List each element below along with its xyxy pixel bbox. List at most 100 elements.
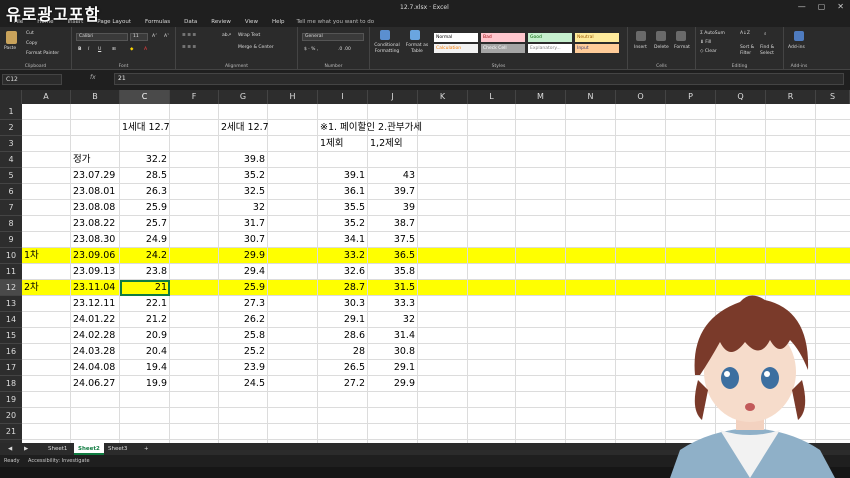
cell-g2[interactable]: 2세대 12.7 <box>221 120 269 136</box>
cell-c2[interactable]: 1세대 12.7 <box>122 120 170 136</box>
maximize-button[interactable]: ▢ <box>818 2 826 11</box>
cell-c6[interactable]: 26.3 <box>120 184 167 200</box>
row-header-5[interactable]: 5 <box>0 168 22 184</box>
cell-b17[interactable]: 24.04.08 <box>73 360 115 376</box>
cut-button[interactable]: Cut <box>26 31 34 36</box>
cell-j15[interactable]: 31.4 <box>368 328 415 344</box>
cell-j12[interactable]: 31.5 <box>368 280 415 296</box>
addins-button[interactable]: Add-ins <box>788 45 805 50</box>
insert-cells-button[interactable]: Insert <box>634 45 647 50</box>
cell-i10[interactable]: 33.2 <box>318 248 365 264</box>
orientation-icon[interactable]: ab↗ <box>222 33 231 38</box>
cell-g7[interactable]: 32 <box>219 200 265 216</box>
cell-c14[interactable]: 21.2 <box>120 312 167 328</box>
column-header-j[interactable]: J <box>368 90 418 104</box>
column-header-c[interactable]: C <box>120 90 170 104</box>
cell-style-4[interactable]: Calculation <box>434 44 478 53</box>
row-header-21[interactable]: 21 <box>0 424 22 440</box>
cell-j18[interactable]: 29.9 <box>368 376 415 392</box>
cell-i18[interactable]: 27.2 <box>318 376 365 392</box>
cell-b6[interactable]: 23.08.01 <box>73 184 115 200</box>
column-header-k[interactable]: K <box>418 90 468 104</box>
row-header-6[interactable]: 6 <box>0 184 22 200</box>
format-cells-button[interactable]: Format <box>674 45 690 50</box>
cell-style-6[interactable]: Explanatory... <box>528 44 572 53</box>
column-header-g[interactable]: G <box>219 90 268 104</box>
accessibility-status[interactable]: Accessibility: Investigate <box>28 458 90 464</box>
cell-g17[interactable]: 23.9 <box>219 360 265 376</box>
cell-style-7[interactable]: Input <box>575 44 619 53</box>
cell-i16[interactable]: 28 <box>318 344 365 360</box>
font-color-icon[interactable]: A <box>144 47 147 52</box>
column-header-s[interactable]: S <box>816 90 850 104</box>
cell-style-1[interactable]: Bad <box>481 33 525 42</box>
cell-a10[interactable]: 1차 <box>24 248 39 264</box>
tab-help[interactable]: Help <box>272 19 285 25</box>
autosum-button[interactable]: Σ AutoSum <box>700 31 725 36</box>
sort-filter-button[interactable]: Sort & Filter <box>740 45 762 57</box>
cell-style-2[interactable]: Good <box>528 33 572 42</box>
cell-i6[interactable]: 36.1 <box>318 184 365 200</box>
cell-c17[interactable]: 19.4 <box>120 360 167 376</box>
cell-g4[interactable]: 39.8 <box>219 152 265 168</box>
sheet-tab-1[interactable]: Sheet1 <box>44 443 71 455</box>
cell-g6[interactable]: 32.5 <box>219 184 265 200</box>
column-header-o[interactable]: O <box>616 90 666 104</box>
row-header-8[interactable]: 8 <box>0 216 22 232</box>
cell-i17[interactable]: 26.5 <box>318 360 365 376</box>
column-header-q[interactable]: Q <box>716 90 766 104</box>
cell-b10[interactable]: 23.09.06 <box>73 248 115 264</box>
cell-g15[interactable]: 25.8 <box>219 328 265 344</box>
underline-icon[interactable]: U <box>98 47 101 52</box>
cell-j13[interactable]: 33.3 <box>368 296 415 312</box>
column-header-m[interactable]: M <box>516 90 566 104</box>
row-header-1[interactable]: 1 <box>0 104 22 120</box>
align-left-icon[interactable]: ≡ ≡ ≡ <box>182 45 196 50</box>
conditional-formatting-icon[interactable] <box>380 30 390 40</box>
cell-b7[interactable]: 23.08.08 <box>73 200 115 216</box>
cell-c7[interactable]: 25.9 <box>120 200 167 216</box>
format-painter-button[interactable]: Format Painter <box>26 51 59 56</box>
cell-j8[interactable]: 38.7 <box>368 216 415 232</box>
delete-cells-icon[interactable] <box>656 31 666 41</box>
number-format-select[interactable]: General <box>302 33 364 41</box>
cell-style-3[interactable]: Neutral <box>575 33 619 42</box>
cell-j14[interactable]: 32 <box>368 312 415 328</box>
delete-cells-button[interactable]: Delete <box>654 45 669 50</box>
row-header-18[interactable]: 18 <box>0 376 22 392</box>
copy-button[interactable]: Copy <box>26 41 37 46</box>
shrink-font-icon[interactable]: A˅ <box>164 34 169 39</box>
format-table-icon[interactable] <box>410 30 420 40</box>
cell-g18[interactable]: 24.5 <box>219 376 265 392</box>
borders-icon[interactable]: ⊞ <box>112 47 116 52</box>
cell-b16[interactable]: 24.03.28 <box>73 344 115 360</box>
column-header-i[interactable]: I <box>318 90 368 104</box>
tell-me-search[interactable]: Tell me what you want to do <box>297 19 375 25</box>
column-header-b[interactable]: B <box>71 90 120 104</box>
column-header-l[interactable]: L <box>468 90 516 104</box>
tab-page-layout[interactable]: Page Layout <box>97 19 131 25</box>
row-header-15[interactable]: 15 <box>0 328 22 344</box>
fx-icon[interactable]: fx <box>90 74 96 81</box>
cell-i13[interactable]: 30.3 <box>318 296 365 312</box>
row-header-3[interactable]: 3 <box>0 136 22 152</box>
addins-icon[interactable] <box>794 31 804 41</box>
sheet-tab-2[interactable]: Sheet2 <box>74 443 104 455</box>
cell-g11[interactable]: 29.4 <box>219 264 265 280</box>
minimize-button[interactable]: — <box>798 2 806 11</box>
row-header-11[interactable]: 11 <box>0 264 22 280</box>
row-header-20[interactable]: 20 <box>0 408 22 424</box>
tab-data[interactable]: Data <box>184 19 197 25</box>
cell-g12[interactable]: 25.9 <box>219 280 265 296</box>
cell-b4[interactable]: 정가 <box>73 152 90 168</box>
clear-button[interactable]: ◇ Clear <box>700 49 717 54</box>
cell-i5[interactable]: 39.1 <box>318 168 365 184</box>
cell-i3[interactable]: 1제회 <box>320 136 344 152</box>
cell-g14[interactable]: 26.2 <box>219 312 265 328</box>
cell-b13[interactable]: 23.12.11 <box>73 296 115 312</box>
tab-formulas[interactable]: Formulas <box>145 19 170 25</box>
cell-c16[interactable]: 20.4 <box>120 344 167 360</box>
cell-c4[interactable]: 32.2 <box>120 152 167 168</box>
cell-j7[interactable]: 39 <box>368 200 415 216</box>
row-header-4[interactable]: 4 <box>0 152 22 168</box>
